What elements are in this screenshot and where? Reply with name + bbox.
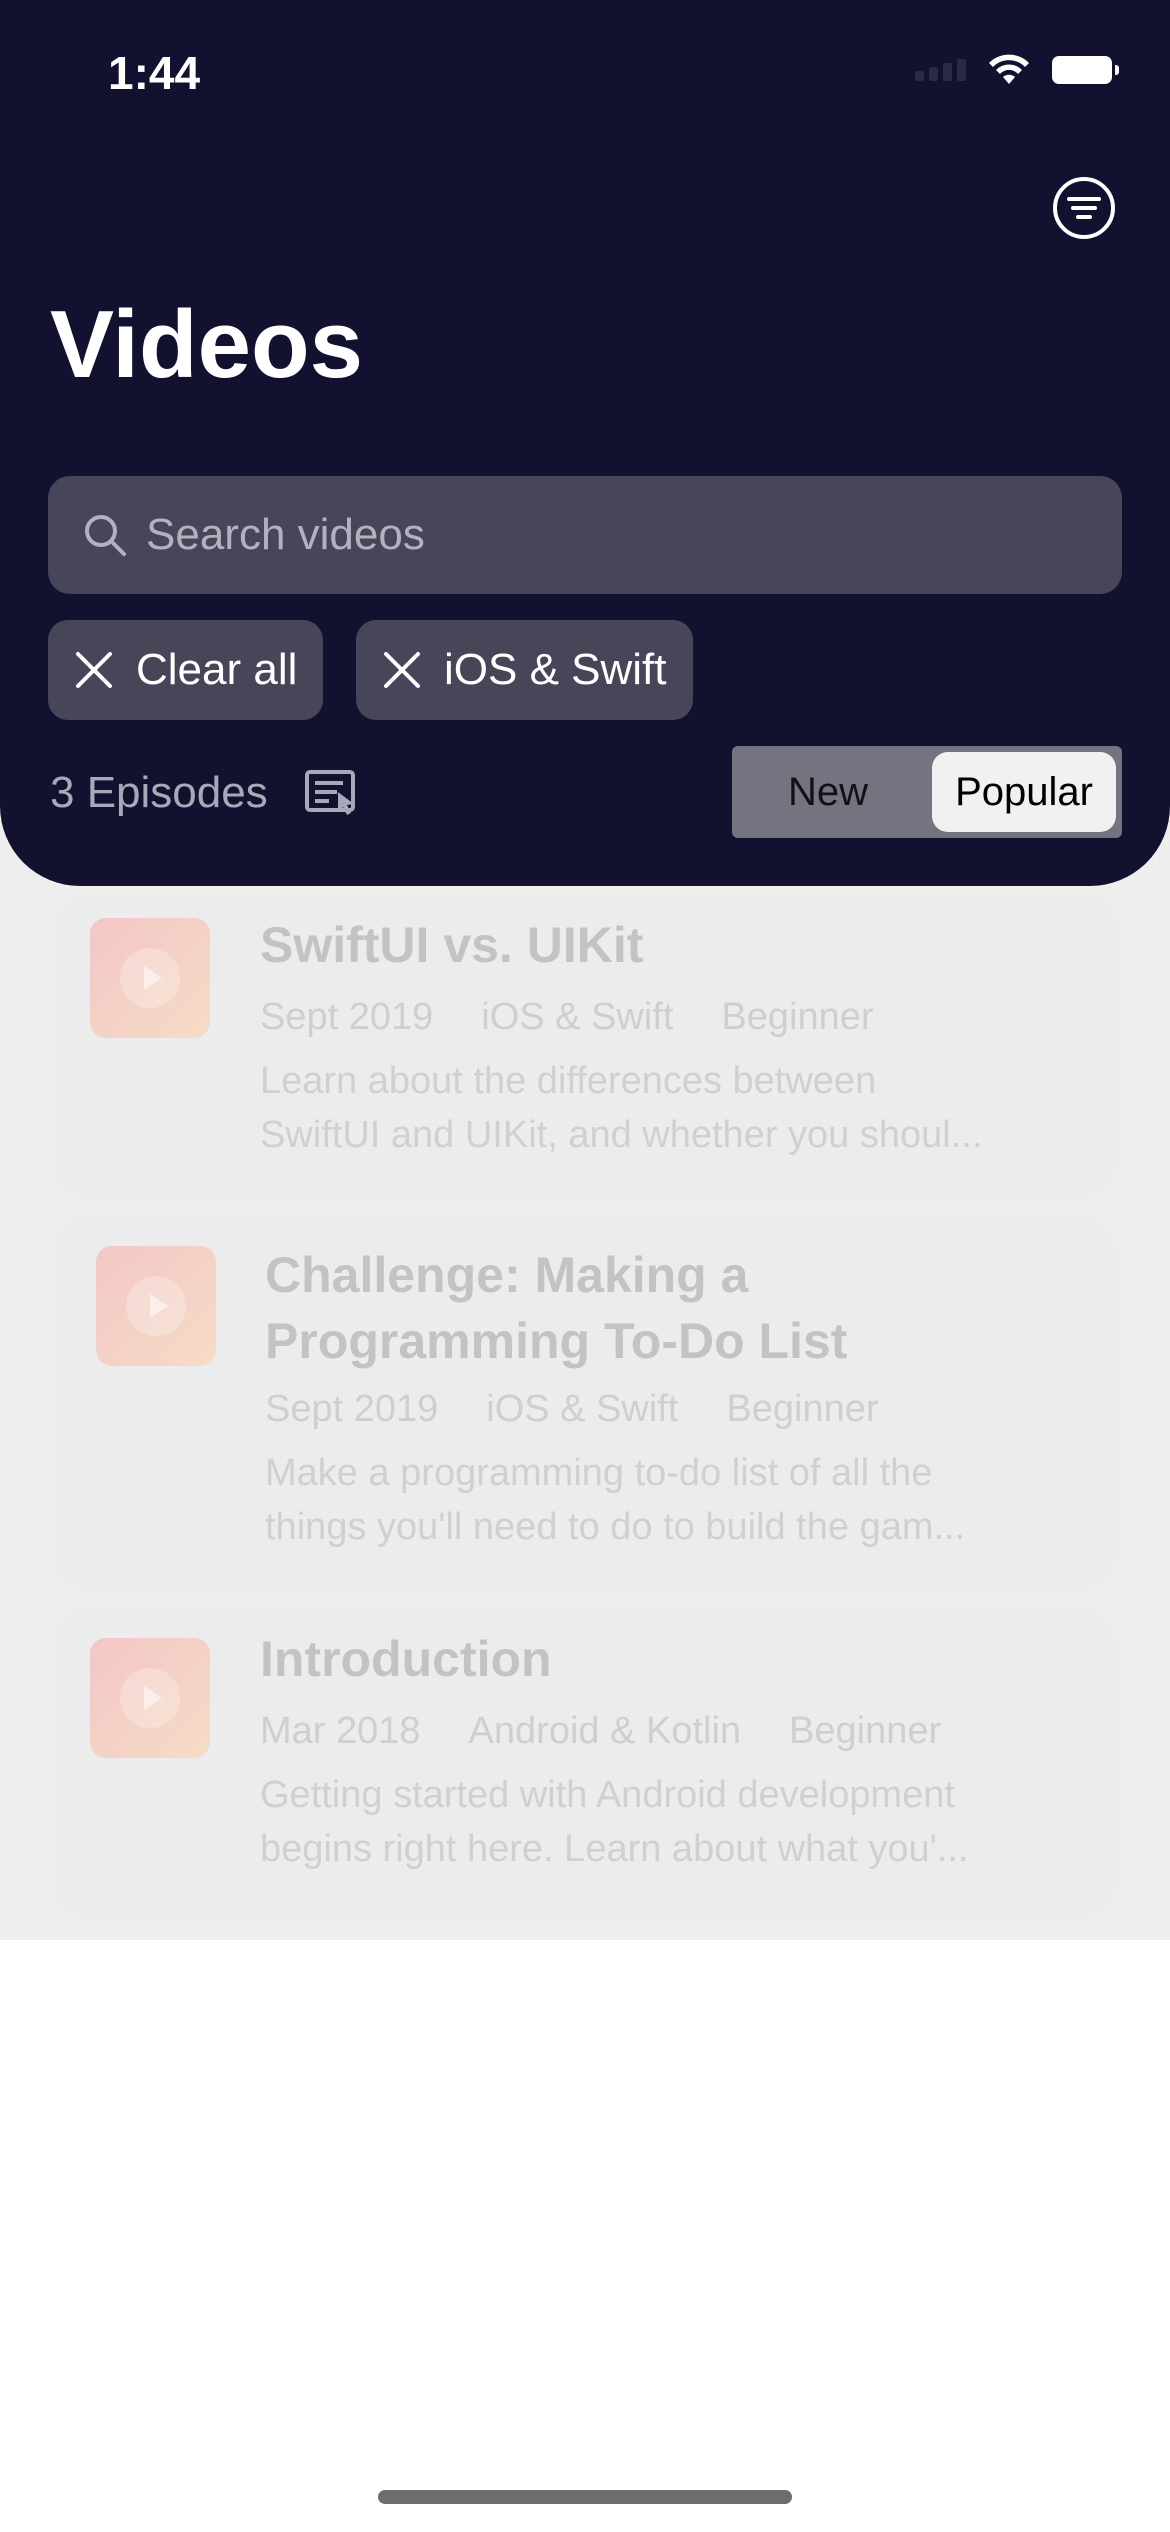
cellular-signal-icon <box>915 59 966 81</box>
video-meta: Sept 2019 iOS & Swift Beginner <box>265 1388 879 1431</box>
video-date: Sept 2019 <box>260 996 434 1038</box>
video-level: Beginner <box>726 1388 879 1430</box>
video-domain: iOS & Swift <box>481 996 674 1038</box>
video-description: Make a programming to-do list of all the… <box>265 1446 1085 1554</box>
video-meta: Mar 2018 Android & Kotlin Beginner <box>260 1710 941 1753</box>
video-card[interactable]: SwiftUI vs. UIKit Sept 2019 iOS & Swift … <box>60 900 1110 1190</box>
search-icon <box>85 515 126 556</box>
sort-popular-segment[interactable]: Popular <box>932 752 1116 832</box>
video-level: Beginner <box>789 1710 942 1752</box>
video-thumbnail <box>90 1638 210 1758</box>
video-description-line: things you'll need to do to build the ga… <box>265 1506 966 1548</box>
search-input[interactable] <box>144 509 1048 561</box>
video-description: Learn about the differences between Swif… <box>260 1054 1080 1162</box>
video-domain: Android & Kotlin <box>468 1710 742 1752</box>
chip-label: Clear all <box>136 645 298 694</box>
video-domain: iOS & Swift <box>486 1388 679 1430</box>
page-title: Videos <box>50 291 364 398</box>
video-thumbnail <box>96 1246 216 1366</box>
wifi-icon <box>989 54 1029 84</box>
home-indicator[interactable] <box>378 2490 792 2504</box>
sort-new-segment[interactable]: New <box>738 752 918 832</box>
episodes-count: 3 Episodes <box>50 768 268 817</box>
play-icon <box>120 1668 180 1728</box>
search-bar[interactable] <box>48 476 1122 594</box>
filter-icon[interactable] <box>1052 176 1116 240</box>
video-date: Mar 2018 <box>260 1710 421 1752</box>
video-title: SwiftUI vs. UIKit <box>260 917 644 973</box>
downloads-toggle-icon[interactable] <box>304 768 358 816</box>
video-description: Getting started with Android development… <box>260 1768 1080 1876</box>
filter-chip-ios-swift[interactable]: iOS & Swift <box>356 620 693 720</box>
video-title: Challenge: Making a Programming To-Do Li… <box>265 1242 847 1374</box>
status-icons <box>915 54 1119 86</box>
chip-label: iOS & Swift <box>444 645 667 694</box>
video-description-line: Getting started with Android development <box>260 1774 955 1816</box>
video-description-line: begins right here. Learn about what you'… <box>260 1828 969 1870</box>
video-level: Beginner <box>721 996 874 1038</box>
video-description-line: Learn about the differences between <box>260 1060 877 1102</box>
sort-segmented-control[interactable]: New Popular <box>732 746 1122 838</box>
video-meta: Sept 2019 iOS & Swift Beginner <box>260 996 874 1039</box>
play-icon <box>126 1276 186 1336</box>
close-icon <box>76 652 112 688</box>
close-icon <box>384 652 420 688</box>
clear-all-chip[interactable]: Clear all <box>48 620 324 720</box>
status-time: 1:44 <box>108 47 201 99</box>
video-card[interactable]: Introduction Mar 2018 Android & Kotlin B… <box>60 1614 1110 1910</box>
play-icon <box>120 948 180 1008</box>
video-description-line: SwiftUI and UIKit, and whether you shoul… <box>260 1114 983 1156</box>
video-date: Sept 2019 <box>265 1388 439 1430</box>
video-card[interactable]: Challenge: Making a Programming To-Do Li… <box>60 1222 1110 1582</box>
header: 1:44 Videos Clear all <box>0 0 1170 886</box>
video-thumbnail <box>90 918 210 1038</box>
video-description-line: Make a programming to-do list of all the <box>265 1452 933 1494</box>
battery-icon <box>1052 56 1119 84</box>
video-title-line: Challenge: Making a <box>265 1247 749 1303</box>
video-title: Introduction <box>260 1631 552 1687</box>
video-title-line: Programming To-Do List <box>265 1313 848 1369</box>
